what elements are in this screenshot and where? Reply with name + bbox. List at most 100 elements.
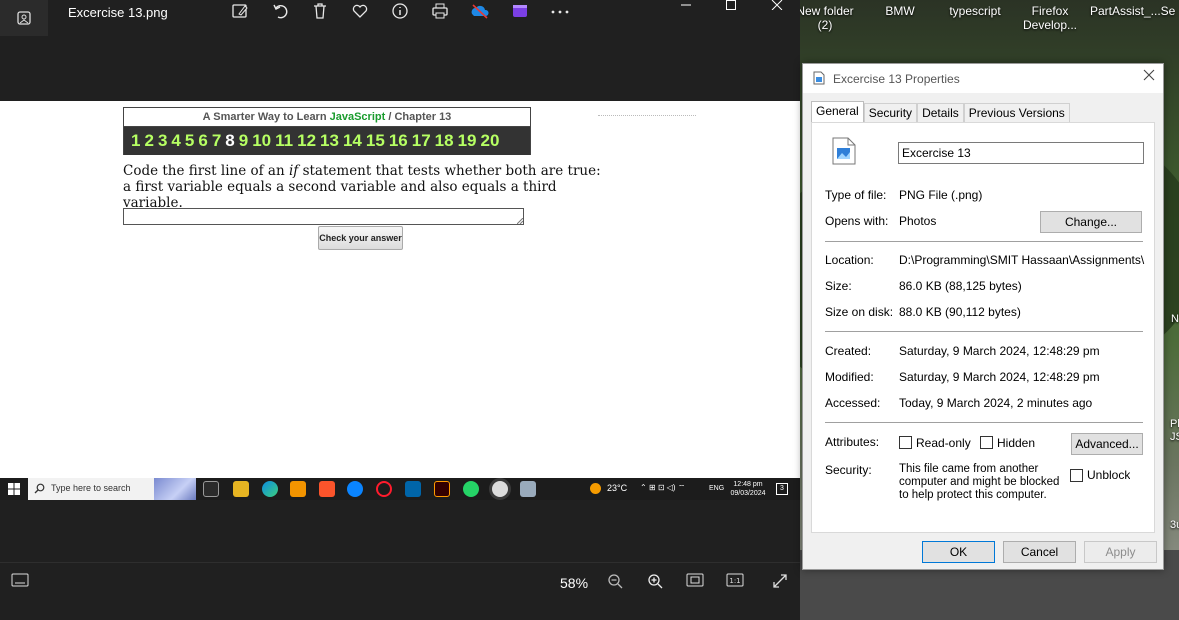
chapter-number: 1 — [131, 131, 141, 150]
ok-button[interactable]: OK — [922, 541, 995, 563]
minimize-button[interactable] — [666, 0, 706, 14]
desktop-icon-firefox-dev[interactable]: Firefox Develop... — [1015, 4, 1085, 32]
advanced-button[interactable]: Advanced... — [1071, 433, 1143, 455]
header-javascript: JavaScript — [329, 111, 386, 123]
header-suffix: / Chapter 13 — [385, 111, 452, 123]
image-canvas: A Smarter Way to Learn JavaScript / Chap… — [0, 101, 800, 478]
onedrive-icon[interactable] — [469, 2, 491, 22]
tab-details[interactable]: Details — [917, 103, 964, 123]
taskbar-search: Type here to search — [28, 478, 196, 500]
cancel-button[interactable]: Cancel — [1003, 541, 1076, 563]
firefox-dev-icon — [347, 481, 363, 497]
opens-with-label: Opens with: — [825, 214, 889, 228]
tab-security[interactable]: Security — [863, 103, 918, 123]
language-indicator: ENG — [709, 485, 725, 492]
chapter-number: 12 — [297, 131, 317, 150]
filmstrip-icon[interactable] — [9, 573, 31, 593]
chapter-number: 19 — [457, 131, 477, 150]
chapter-number: 14 — [342, 131, 362, 150]
clock-date: 09/03/2024 — [730, 490, 766, 497]
fullscreen-icon[interactable] — [769, 573, 791, 593]
rotate-icon[interactable] — [269, 2, 291, 22]
dialog-title: Excercise 13 Properties — [833, 72, 960, 86]
apply-button[interactable]: Apply — [1084, 541, 1157, 563]
print-icon[interactable] — [429, 2, 451, 22]
close-button[interactable] — [757, 0, 797, 14]
chapter-header: A Smarter Way to Learn JavaScript / Chap… — [123, 107, 531, 155]
opera-icon — [376, 481, 392, 497]
favorite-icon[interactable] — [349, 2, 371, 22]
close-icon — [1143, 69, 1155, 81]
app-orange-icon — [290, 481, 306, 497]
brave-icon — [319, 481, 335, 497]
search-icon — [34, 483, 45, 494]
readonly-checkbox[interactable] — [899, 436, 912, 449]
notification-badge: 3 — [776, 483, 788, 495]
desktop-icon-bmw[interactable]: BMW — [865, 4, 935, 18]
chapter-number: 17 — [411, 131, 431, 150]
chapter-number: 10 — [252, 131, 272, 150]
maximize-button[interactable] — [711, 0, 751, 14]
task-view-icon — [203, 481, 219, 497]
header-prefix: A Smarter Way to Learn — [202, 111, 330, 123]
modified-value: Saturday, 9 March 2024, 12:48:29 pm — [899, 370, 1100, 384]
delete-icon[interactable] — [309, 2, 331, 22]
file-name-input[interactable]: Excercise 13 — [898, 142, 1144, 164]
photo-file-title: Excercise 13.png — [68, 5, 168, 20]
chapter-number: 7 — [211, 131, 222, 150]
chapter-number: 16 — [388, 131, 408, 150]
dotted-divider — [598, 115, 696, 116]
general-tab-panel: Excercise 13 Type of file: PNG File (.pn… — [811, 122, 1155, 533]
zoom-in-icon[interactable] — [644, 573, 666, 593]
clock-time: 12:48 pm — [733, 481, 763, 488]
desktop-icon-typescript[interactable]: typescript — [940, 4, 1010, 18]
tab-previous-versions[interactable]: Previous Versions — [963, 103, 1070, 123]
edge-icon — [262, 481, 278, 497]
type-label: Type of file: — [825, 188, 887, 202]
chapter-number: 5 — [184, 131, 195, 150]
actual-size-icon[interactable]: 1:1 — [724, 573, 746, 593]
fit-to-window-icon[interactable] — [684, 573, 706, 593]
photos-app-window: Excercise 13.png A Smarter Way to Learn … — [0, 0, 800, 620]
accessed-value: Today, 9 March 2024, 2 minutes ago — [899, 396, 1093, 410]
photos-toolbar: Excercise 13.png — [0, 0, 800, 36]
svg-text:1:1: 1:1 — [729, 577, 740, 585]
vscode-icon — [405, 481, 421, 497]
tab-general[interactable]: General — [811, 101, 864, 124]
taskbar-clock: 12:48 pm 09/03/2024 — [730, 480, 766, 498]
chapter-number: 15 — [365, 131, 385, 150]
dialog-tabs: General Security Details Previous Versio… — [811, 101, 1070, 124]
info-icon[interactable] — [389, 2, 411, 22]
properties-dialog: Excercise 13 Properties General Security… — [802, 63, 1164, 570]
chapter-number: 8 — [225, 131, 235, 150]
zoom-out-icon[interactable] — [604, 573, 626, 593]
desktop-icon-partial[interactable]: Se — [1148, 4, 1179, 18]
opens-with-value: Photos — [899, 214, 937, 228]
change-button[interactable]: Change... — [1040, 211, 1142, 233]
hidden-checkbox[interactable] — [980, 436, 993, 449]
question-text: Code the first line of an if statement t… — [123, 163, 603, 211]
zoom-level: 58% — [560, 575, 589, 591]
chapter-number: 20 — [480, 131, 500, 150]
windows-logo-icon — [8, 483, 20, 495]
chapter-number: 3 — [157, 131, 168, 150]
chapter-number: 13 — [320, 131, 339, 150]
chapter-number: 9 — [238, 131, 249, 150]
chapter-number: 2 — [144, 131, 154, 150]
unblock-checkbox[interactable] — [1070, 469, 1083, 482]
chapter-number: 11 — [275, 131, 294, 150]
attributes-label: Attributes: — [825, 435, 880, 449]
desktop-icon-new-folder[interactable]: New folder (2) — [800, 4, 860, 32]
more-icon[interactable] — [549, 2, 571, 22]
tray-icons: ⌃ ⊞ ⊡ ◁) ⌔ — [640, 483, 686, 492]
edit-image-icon[interactable] — [229, 2, 251, 22]
search-highlight-image — [154, 478, 196, 500]
location-value: D:\Programming\SMIT Hassaan\Assignments\… — [899, 253, 1145, 267]
answer-input — [123, 208, 524, 225]
dialog-titlebar: Excercise 13 Properties — [803, 64, 1163, 93]
size-label: Size: — [825, 279, 852, 293]
security-label: Security: — [825, 463, 872, 477]
desktop-edge-label: 3u — [1170, 519, 1179, 531]
dialog-close-button[interactable] — [1143, 68, 1155, 86]
clipchamp-icon[interactable] — [509, 2, 531, 22]
